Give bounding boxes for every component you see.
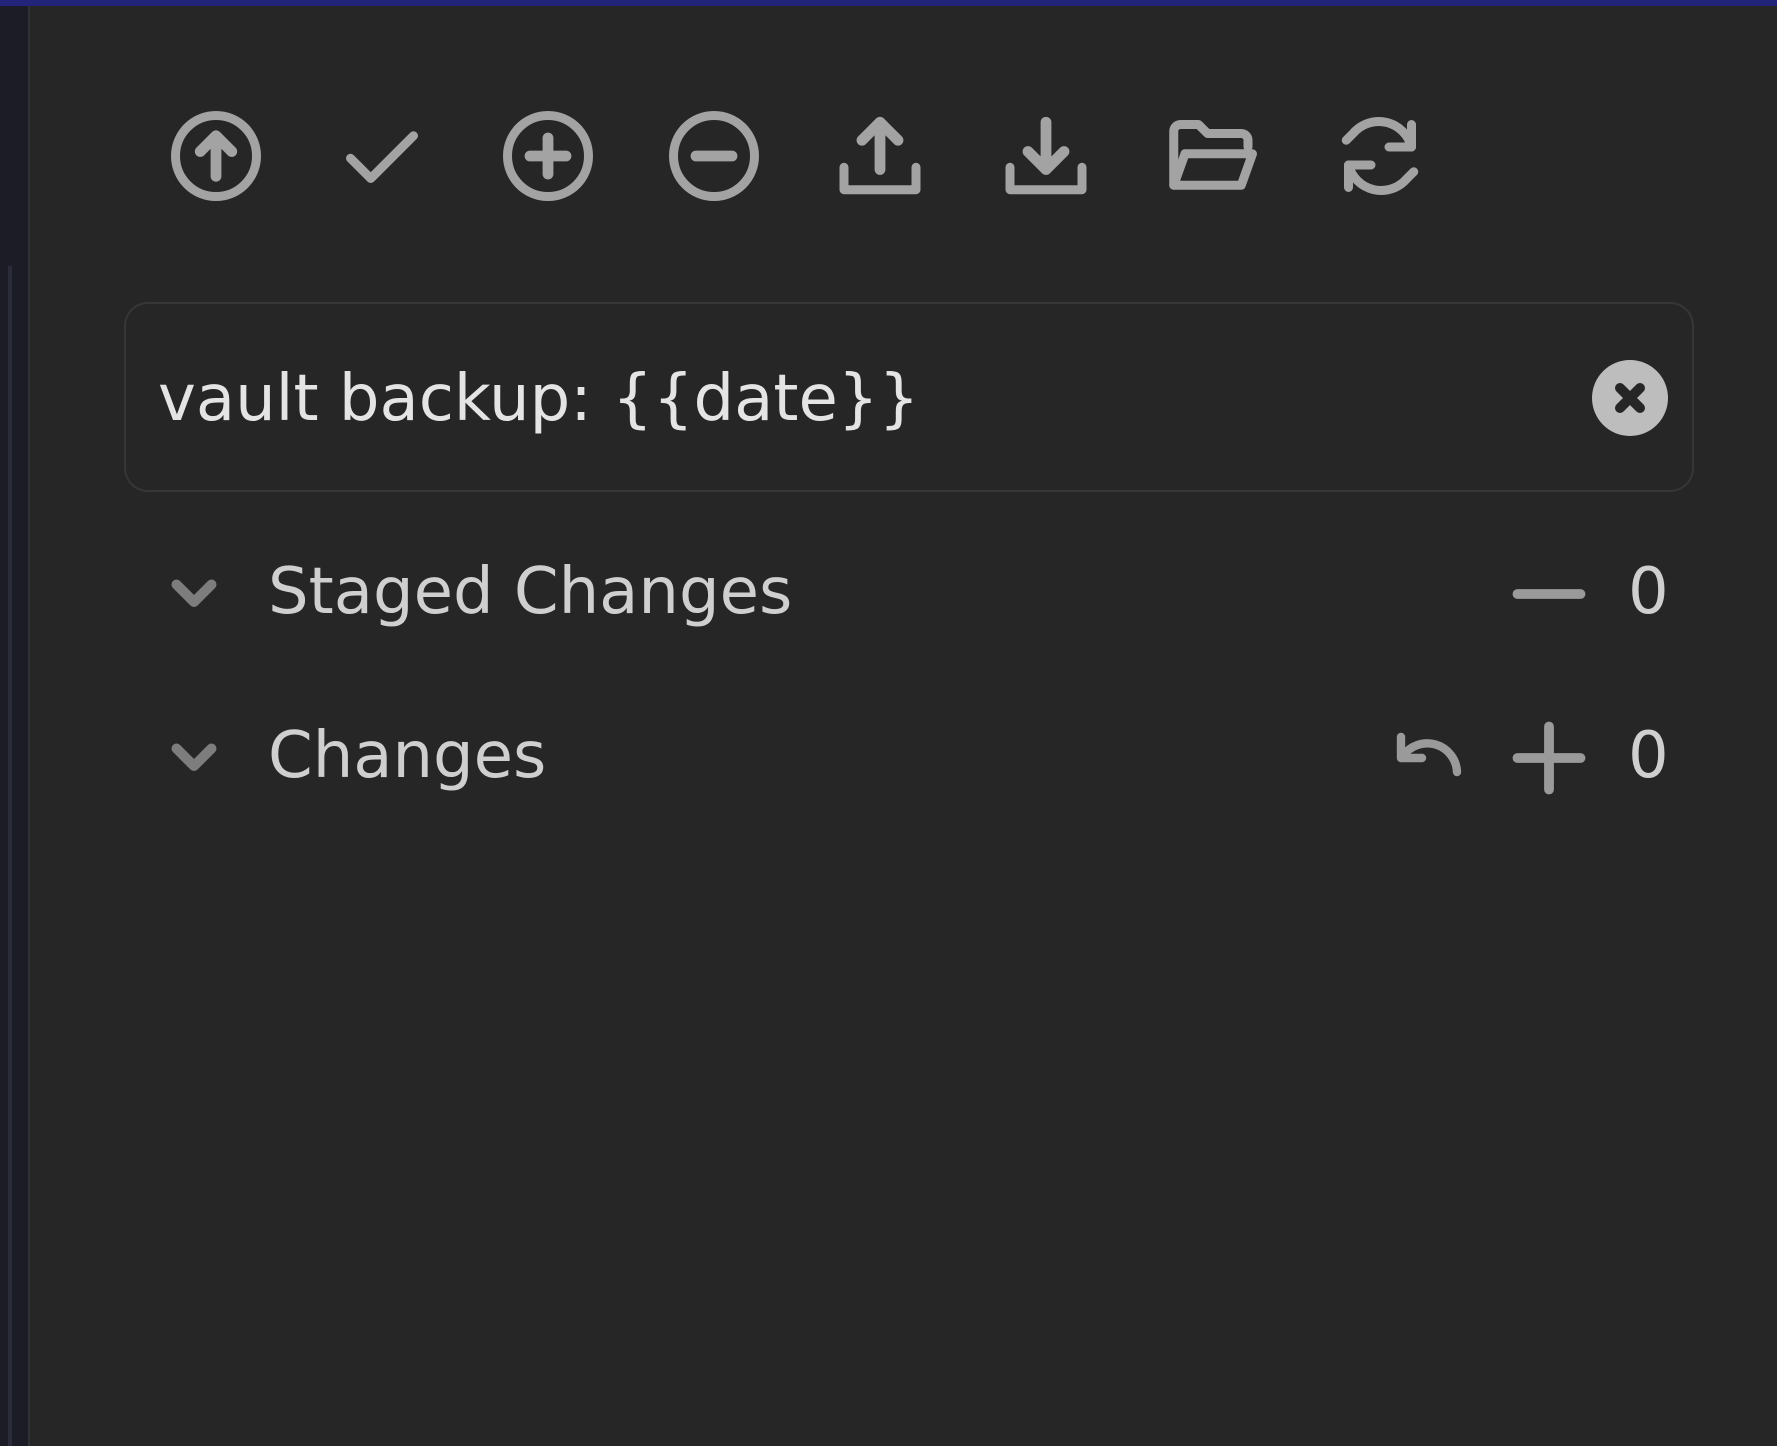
minus-icon [1512,589,1586,599]
unstage-all-button[interactable] [644,86,784,226]
arrow-up-circle-icon [171,111,261,201]
staged-changes-title: Staged Changes [268,555,793,629]
gutter-scroll-indicator [8,266,12,1446]
upload-button[interactable] [810,86,950,226]
chevron-down-icon[interactable] [164,562,224,622]
stage-all-section-button[interactable] [1504,718,1594,798]
clear-message-button[interactable] [1592,360,1668,436]
source-control-panel: Staged Changes 0 Changes 0 [30,6,1777,1446]
commit-message-input[interactable] [158,344,1538,454]
plus-circle-icon [503,111,593,201]
commit-message-box [124,302,1694,492]
push-button[interactable] [146,86,286,226]
check-icon [346,131,418,183]
changes-section[interactable]: Changes 0 [124,696,1704,816]
refresh-icon [1341,117,1419,195]
plus-icon [1512,721,1586,795]
source-control-toolbar [30,86,1777,226]
staged-changes-count: 0 [1628,555,1669,629]
changes-count: 0 [1628,719,1669,793]
commit-button[interactable] [312,86,452,226]
close-icon [1615,383,1645,413]
upload-icon [839,116,921,195]
stage-all-button[interactable] [478,86,618,226]
chevron-down-icon[interactable] [164,726,224,786]
minus-circle-icon [669,111,759,201]
refresh-button[interactable] [1310,86,1450,226]
download-button[interactable] [976,86,1116,226]
discard-all-button[interactable] [1384,718,1474,798]
staged-changes-section[interactable]: Staged Changes 0 [124,532,1704,652]
folder-open-icon [1169,120,1257,190]
unstage-all-section-button[interactable] [1504,554,1594,634]
left-gutter [0,6,30,1446]
open-folder-button[interactable] [1142,86,1282,226]
undo-icon [1396,732,1462,777]
download-icon [1005,116,1087,195]
changes-title: Changes [268,719,547,793]
